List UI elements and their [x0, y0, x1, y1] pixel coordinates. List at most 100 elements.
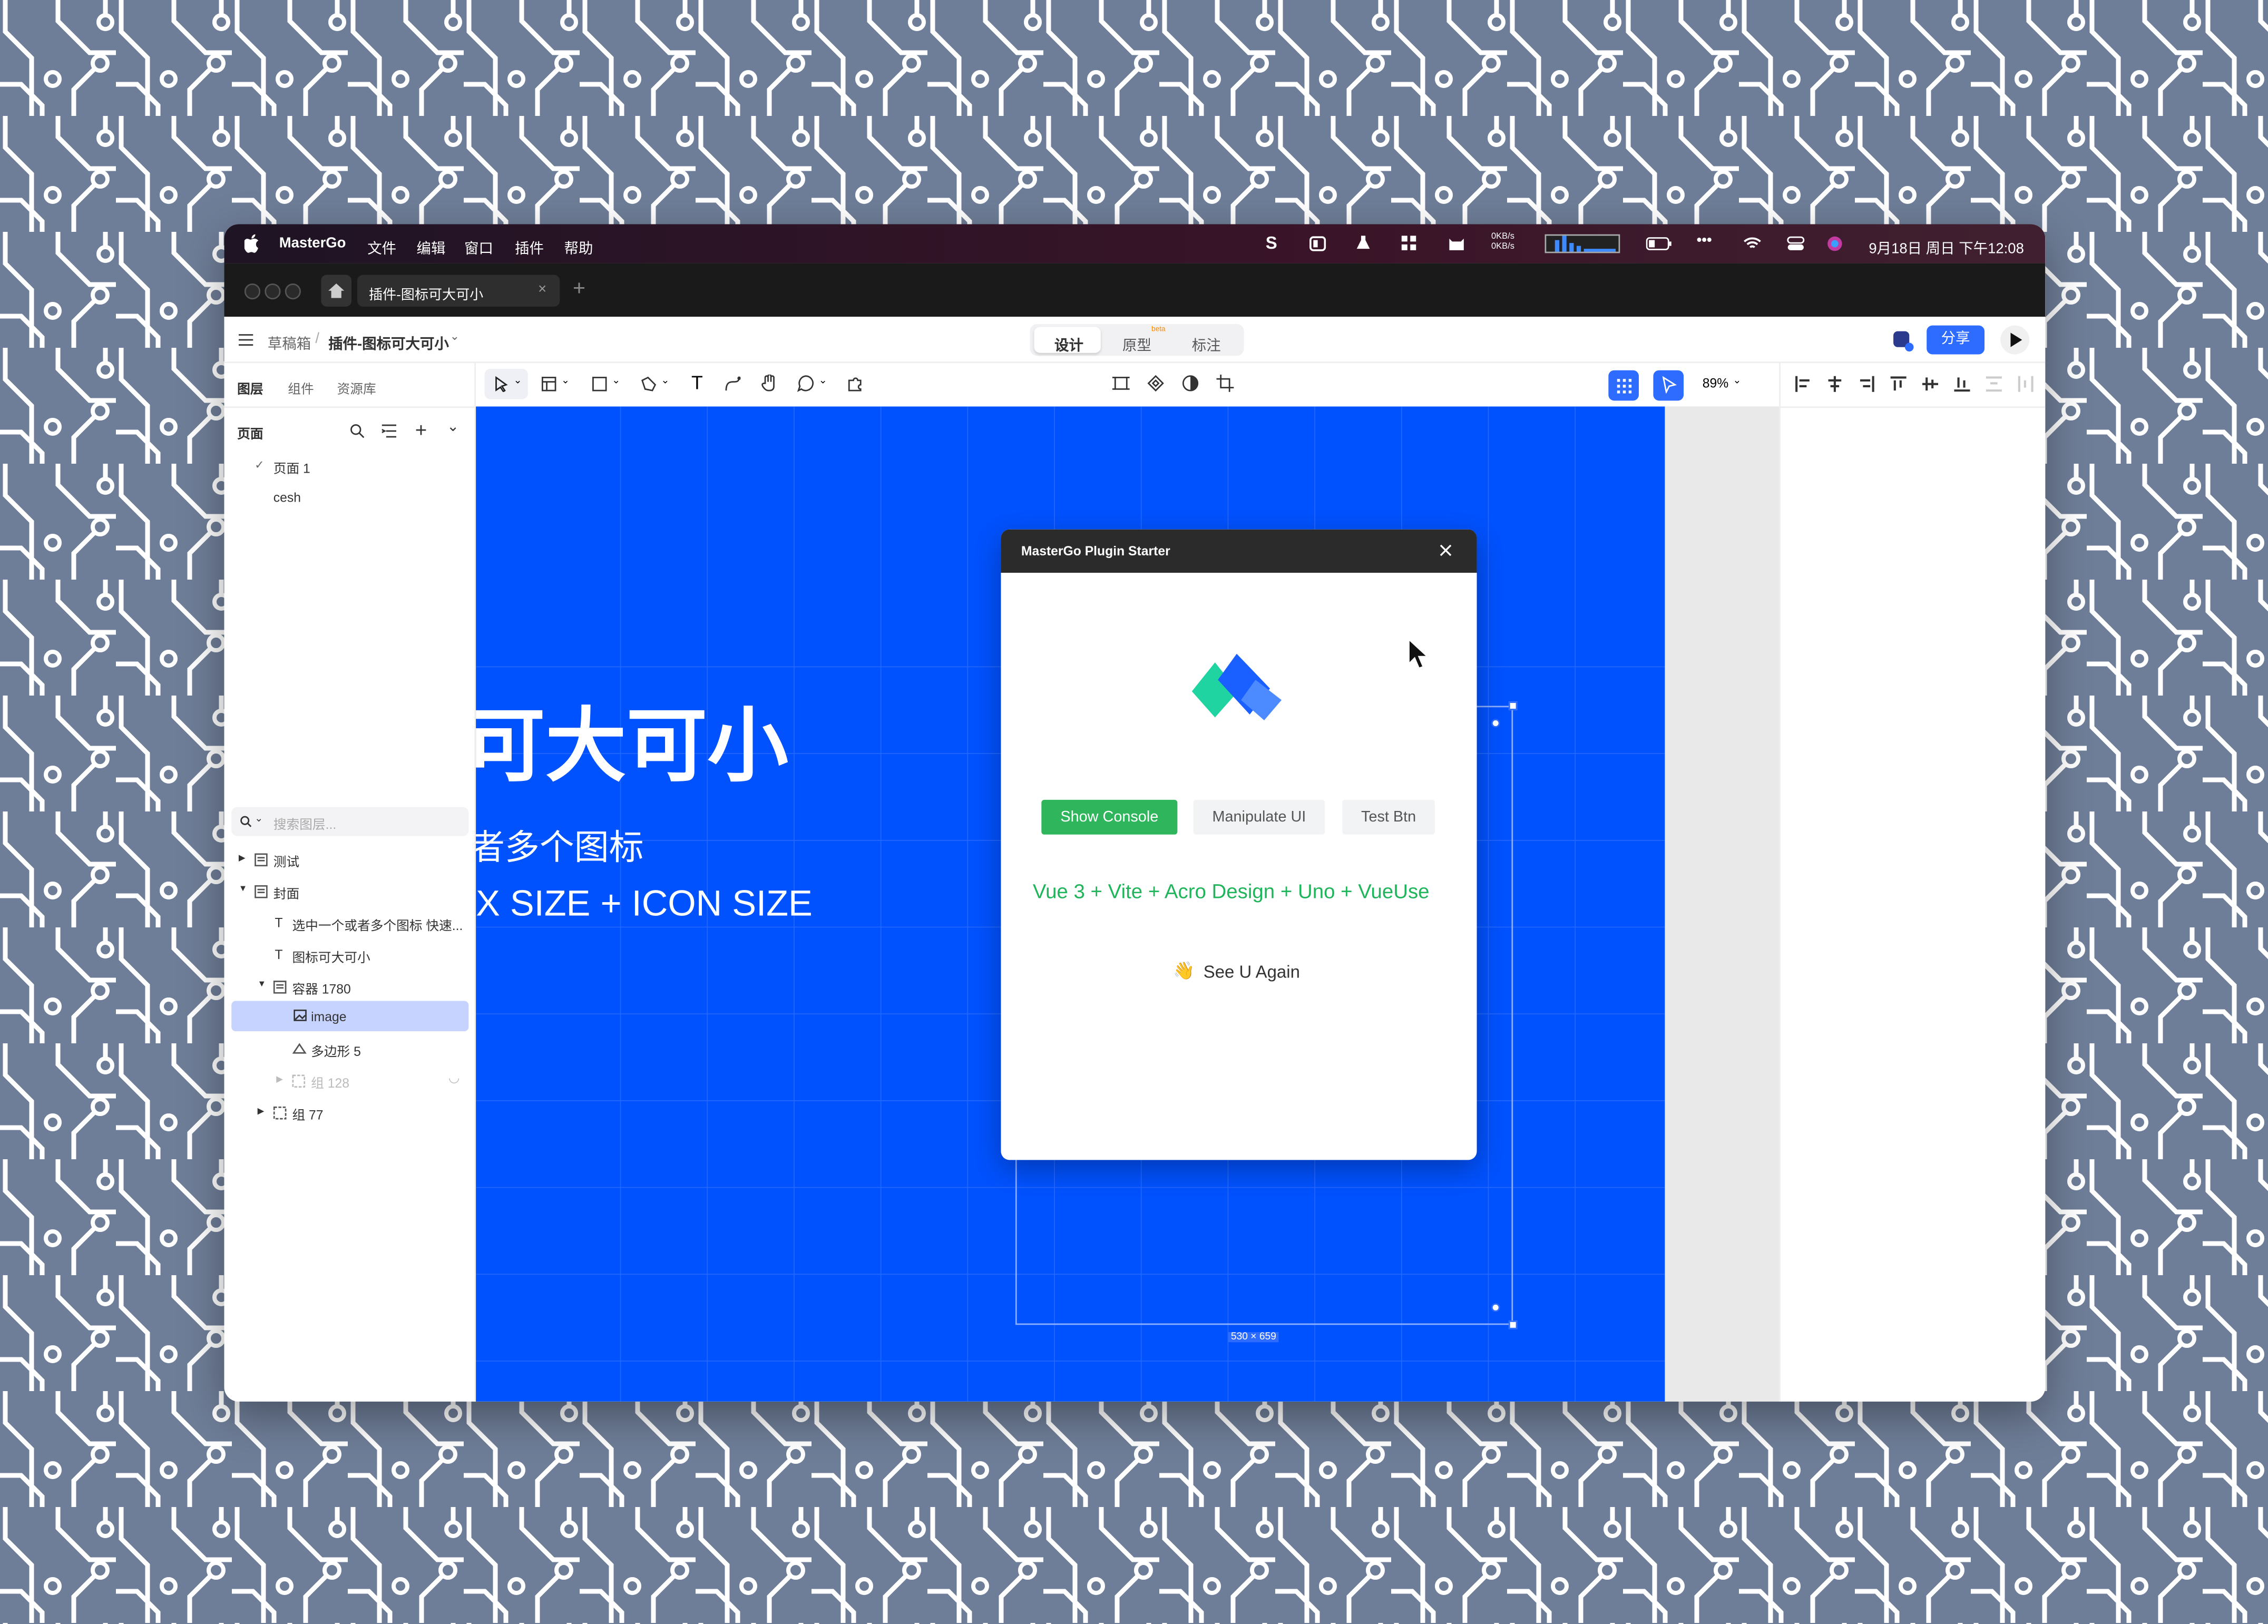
pen-tool-icon[interactable] — [641, 376, 657, 392]
collapse-icon[interactable]: ▼ — [239, 885, 247, 894]
menu-edit[interactable]: 编辑 — [417, 236, 446, 257]
comment-tool-icon[interactable] — [797, 375, 814, 392]
zoom-level[interactable]: 89% — [1703, 376, 1728, 390]
notes-icon[interactable] — [1309, 236, 1326, 251]
tab-prototype[interactable]: 原型 — [1122, 332, 1151, 354]
file-name[interactable]: 插件-图标可大可小 — [328, 331, 449, 353]
radius-handle[interactable] — [1491, 719, 1500, 728]
chevron-down-icon[interactable]: ⌄ — [612, 375, 620, 386]
window-close-button[interactable] — [244, 283, 261, 300]
tab-design[interactable]: 设计 — [1034, 327, 1101, 355]
close-icon[interactable] — [1439, 544, 1452, 557]
more-dots-icon[interactable]: ••• — [1697, 233, 1712, 249]
tab-annotate[interactable]: 标注 — [1192, 332, 1221, 354]
resize-handle[interactable] — [1508, 701, 1518, 710]
chevron-down-icon[interactable]: ⌄ — [819, 375, 827, 386]
layer-text-1[interactable]: 选中一个或者多个图标 快速... — [292, 916, 463, 935]
tab-close-icon[interactable]: × — [538, 282, 546, 298]
layer-test[interactable]: 测试 — [273, 852, 299, 871]
hand-tool-icon[interactable] — [761, 374, 778, 392]
hidden-eye-icon[interactable]: ◡ — [448, 1070, 460, 1086]
wifi-icon[interactable] — [1743, 236, 1762, 250]
new-tab-icon[interactable]: + — [573, 276, 585, 301]
share-button[interactable]: 分享 — [1927, 325, 1985, 355]
expand-icon[interactable]: ▶ — [276, 1074, 283, 1084]
collapse-pages-icon[interactable]: ⌄ — [447, 419, 459, 435]
layer-polygon[interactable]: 多边形 5 — [311, 1041, 361, 1060]
status-s-icon[interactable]: S — [1266, 233, 1277, 253]
align-center-v-icon[interactable] — [1922, 376, 1939, 392]
menu-plugin[interactable]: 插件 — [515, 236, 544, 257]
chevron-down-icon[interactable]: ⌄ — [561, 375, 570, 386]
align-center-h-icon[interactable] — [1827, 376, 1843, 392]
cover-subtitle: 者多个图标 — [476, 828, 644, 868]
chevron-down-icon[interactable]: ⌄ — [450, 330, 460, 343]
align-right-icon[interactable] — [1859, 376, 1874, 392]
collapse-icon[interactable]: ▼ — [258, 981, 266, 989]
resize-handle[interactable] — [1508, 1320, 1518, 1329]
layer-container[interactable]: 容器 1780 — [292, 979, 350, 998]
text-tool-icon[interactable]: T — [691, 371, 703, 393]
grid-app-icon[interactable] — [1400, 234, 1417, 252]
apple-icon[interactable] — [244, 234, 260, 253]
layer-group-128[interactable]: 组 128 — [311, 1073, 349, 1092]
add-page-icon[interactable]: + — [415, 418, 427, 441]
radius-handle[interactable] — [1491, 1303, 1500, 1312]
distribute-v-icon[interactable] — [1986, 376, 2002, 392]
manipulate-ui-button[interactable]: Manipulate UI — [1193, 799, 1325, 835]
breadcrumb-root[interactable]: 草稿箱 — [268, 331, 311, 353]
plugin-tool-icon[interactable] — [846, 375, 864, 392]
chevron-down-icon[interactable]: ⌄ — [1733, 375, 1741, 386]
app-name[interactable]: MasterGo — [279, 236, 346, 251]
window-minimize-button[interactable] — [265, 283, 281, 300]
tab-layers[interactable]: 图层 — [237, 379, 263, 398]
test-btn-button[interactable]: Test Btn — [1342, 799, 1435, 835]
control-center-icon[interactable] — [1786, 236, 1805, 251]
avatar[interactable] — [1891, 328, 1914, 352]
layer-cover[interactable]: 封面 — [273, 884, 299, 903]
distribute-h-icon[interactable] — [2018, 376, 2034, 392]
tab-components[interactable]: 组件 — [288, 379, 314, 398]
page-item-1[interactable]: 页面 1 — [273, 458, 310, 477]
layer-search[interactable]: ⌄ 搜索图层... — [231, 807, 469, 836]
home-tab[interactable] — [321, 275, 352, 307]
page-item-cesh[interactable]: cesh — [273, 491, 301, 505]
selected-layer-row[interactable]: image — [231, 1001, 469, 1032]
show-console-label: Show Console — [1060, 808, 1159, 826]
hamburger-menu-icon[interactable] — [238, 334, 253, 346]
file-tab[interactable]: 插件-图标可大可小 × — [357, 275, 560, 307]
search-icon[interactable] — [350, 424, 365, 438]
menu-window[interactable]: 窗口 — [464, 236, 493, 257]
show-console-button[interactable]: Show Console — [1041, 799, 1178, 835]
siri-icon[interactable] — [1827, 236, 1843, 251]
clock[interactable]: 9月18日 周日 下午12:08 — [1869, 236, 2023, 257]
expand-icon[interactable]: ▶ — [239, 853, 246, 863]
frame-tool-icon[interactable] — [541, 376, 557, 392]
menu-file[interactable]: 文件 — [367, 236, 396, 257]
dev-mode-button[interactable] — [1653, 370, 1684, 401]
crop-icon[interactable] — [1216, 374, 1234, 392]
align-top-icon[interactable] — [1890, 376, 1907, 392]
layer-group-77[interactable]: 组 77 — [292, 1105, 323, 1124]
align-left-icon[interactable] — [1795, 376, 1811, 392]
play-button[interactable] — [2000, 325, 2030, 355]
align-bottom-icon[interactable] — [1954, 376, 1970, 392]
layer-search-placeholder: 搜索图层... — [273, 817, 337, 832]
move-tool[interactable]: ⌄ — [484, 368, 528, 399]
layer-text-2[interactable]: 图标可大可小 — [292, 947, 370, 966]
layout-grid-button[interactable] — [1608, 370, 1639, 401]
group-selection-icon[interactable] — [1112, 375, 1130, 392]
window-zoom-button[interactable] — [285, 283, 301, 300]
component-icon[interactable] — [1147, 375, 1165, 392]
rectangle-tool-icon[interactable] — [592, 376, 608, 392]
cat-icon[interactable] — [1448, 234, 1465, 252]
flask-icon[interactable] — [1355, 234, 1371, 252]
expand-icon[interactable]: ▶ — [258, 1107, 265, 1117]
connector-tool-icon[interactable] — [725, 376, 741, 392]
battery-icon[interactable] — [1646, 237, 1672, 250]
mask-icon[interactable] — [1182, 375, 1199, 392]
sort-pages-icon[interactable] — [382, 424, 397, 438]
menu-help[interactable]: 帮助 — [564, 236, 593, 257]
tab-assets[interactable]: 资源库 — [337, 379, 376, 398]
chevron-down-icon[interactable]: ⌄ — [661, 375, 669, 386]
